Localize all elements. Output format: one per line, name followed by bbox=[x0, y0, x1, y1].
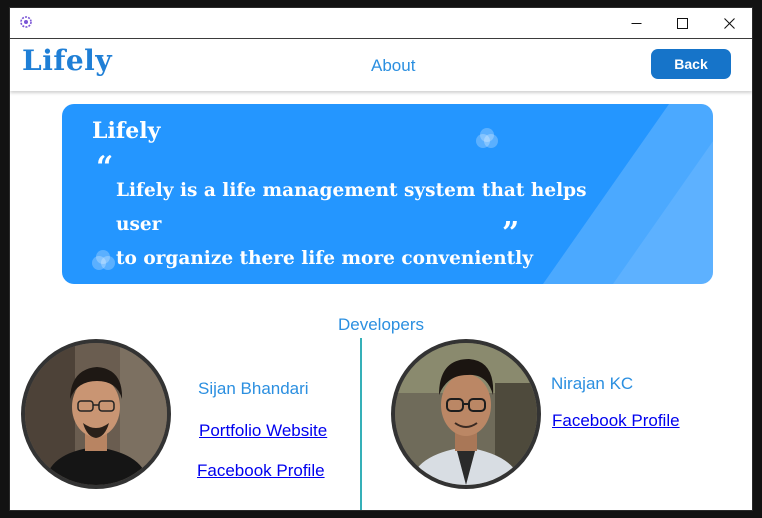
app-header: Lifely About Back bbox=[10, 39, 752, 91]
nav-about-link[interactable]: About bbox=[371, 56, 415, 76]
back-button[interactable]: Back bbox=[651, 49, 731, 79]
banner-line-2: to organize there life more conveniently bbox=[116, 248, 533, 269]
banner-description: Lifely is a life management system that … bbox=[116, 174, 636, 276]
quote-open-mark: “ bbox=[96, 150, 114, 185]
portfolio-website-link[interactable]: Portfolio Website bbox=[199, 421, 327, 441]
app-logo: Lifely bbox=[22, 44, 113, 77]
banner-line-1: Lifely is a life management system that … bbox=[116, 180, 587, 235]
developer-avatar bbox=[391, 339, 541, 489]
close-icon bbox=[723, 17, 735, 29]
minimize-button[interactable] bbox=[613, 8, 659, 38]
person-photo-icon bbox=[25, 343, 167, 485]
developers-heading: Developers bbox=[338, 315, 424, 334]
quote-close-mark: ” bbox=[502, 216, 520, 251]
person-photo-icon bbox=[395, 343, 537, 485]
maximize-button[interactable] bbox=[659, 8, 705, 38]
about-banner: Lifely “ Lifely is a life management sys… bbox=[62, 104, 713, 284]
maximize-icon bbox=[676, 17, 688, 29]
minimize-icon bbox=[631, 22, 641, 24]
close-button[interactable] bbox=[706, 8, 752, 38]
facebook-profile-link-sijan[interactable]: Facebook Profile bbox=[197, 461, 325, 481]
app-gear-icon bbox=[20, 16, 32, 28]
developer-name-sijan: Sijan Bhandari bbox=[198, 379, 309, 398]
app-window: Lifely About Back Lifely “ Lifely is a l… bbox=[10, 8, 752, 510]
banner-title: Lifely bbox=[92, 118, 161, 144]
developers-divider bbox=[360, 338, 362, 510]
developer-avatar bbox=[21, 339, 171, 489]
facebook-profile-link-nirajan[interactable]: Facebook Profile bbox=[552, 411, 680, 431]
developer-name-nirajan: Nirajan KC bbox=[551, 374, 634, 393]
title-bar bbox=[10, 8, 752, 39]
